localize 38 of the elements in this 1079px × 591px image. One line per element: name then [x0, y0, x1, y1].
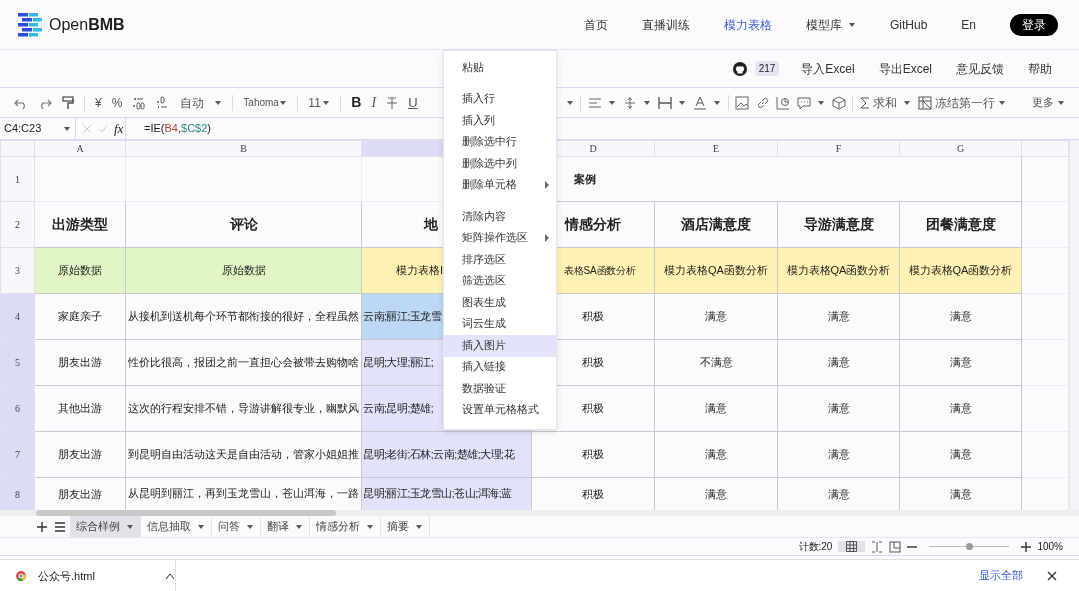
table-cell: 出游类型 [34, 201, 126, 248]
table-cell: 这次的行程安排不错，导游讲解很专业，幽默风 [125, 385, 362, 432]
table-cell: 满意 [777, 385, 900, 432]
table-cell: 不满意 [654, 339, 778, 386]
table-cell: 导游满意度 [777, 201, 900, 248]
table-cell: 满意 [899, 431, 1022, 478]
table-cell: 满意 [777, 293, 900, 340]
table-cell: 满意 [654, 385, 778, 432]
table-cell: 满意 [654, 293, 778, 340]
cell-count: 计数:20 [798, 540, 833, 554]
table-cell: 昆明;丽江;玉龙雪山;苍山;洱海;蓝 [361, 477, 532, 510]
table-cell: 原始数据 [34, 247, 126, 294]
table-cell: 朋友出游 [34, 339, 126, 386]
table-cell: 团餐满意度 [899, 201, 1022, 248]
table-cell: 满意 [777, 431, 900, 478]
table-cell: 家庭亲子 [34, 293, 126, 340]
zoom-reading: 100% [1037, 540, 1063, 554]
table-cell: 原始数据 [125, 247, 362, 294]
table-cell: 评论 [125, 201, 362, 248]
star-count: 217 [754, 61, 780, 76]
table-cell: 模力表格QA函数分析 [777, 247, 900, 294]
table-cell: 满意 [899, 385, 1022, 432]
table-cell: 积极 [531, 431, 655, 478]
table-cell: 模力表格QA函数分析 [899, 247, 1022, 294]
sheet-title: 案例 [574, 172, 596, 185]
table-cell: 满意 [899, 293, 1022, 340]
table-cell: 朋友出游 [34, 431, 126, 478]
table-cell: 满意 [777, 339, 900, 386]
table-cell: 昆明;老街;石林;云南;楚雄;大理;花 [361, 431, 532, 478]
table-cell: 从接机到送机每个环节都衔接的很好，全程虽然 [125, 293, 362, 340]
table-cell: 满意 [899, 339, 1022, 386]
brand-name: OpenBMB [49, 14, 125, 35]
table-cell: 满意 [654, 431, 778, 478]
table-cell: 模力表格QA函数分析 [654, 247, 778, 294]
table-cell: 性价比很高，报团之前一直担心会被带去购物啥 [125, 339, 362, 386]
table-cell: 到昆明自由活动这天是自由活动，管家小姐姐推 [125, 431, 362, 478]
table-cell: 酒店满意度 [654, 201, 778, 248]
table-cell: 其他出游 [34, 385, 126, 432]
